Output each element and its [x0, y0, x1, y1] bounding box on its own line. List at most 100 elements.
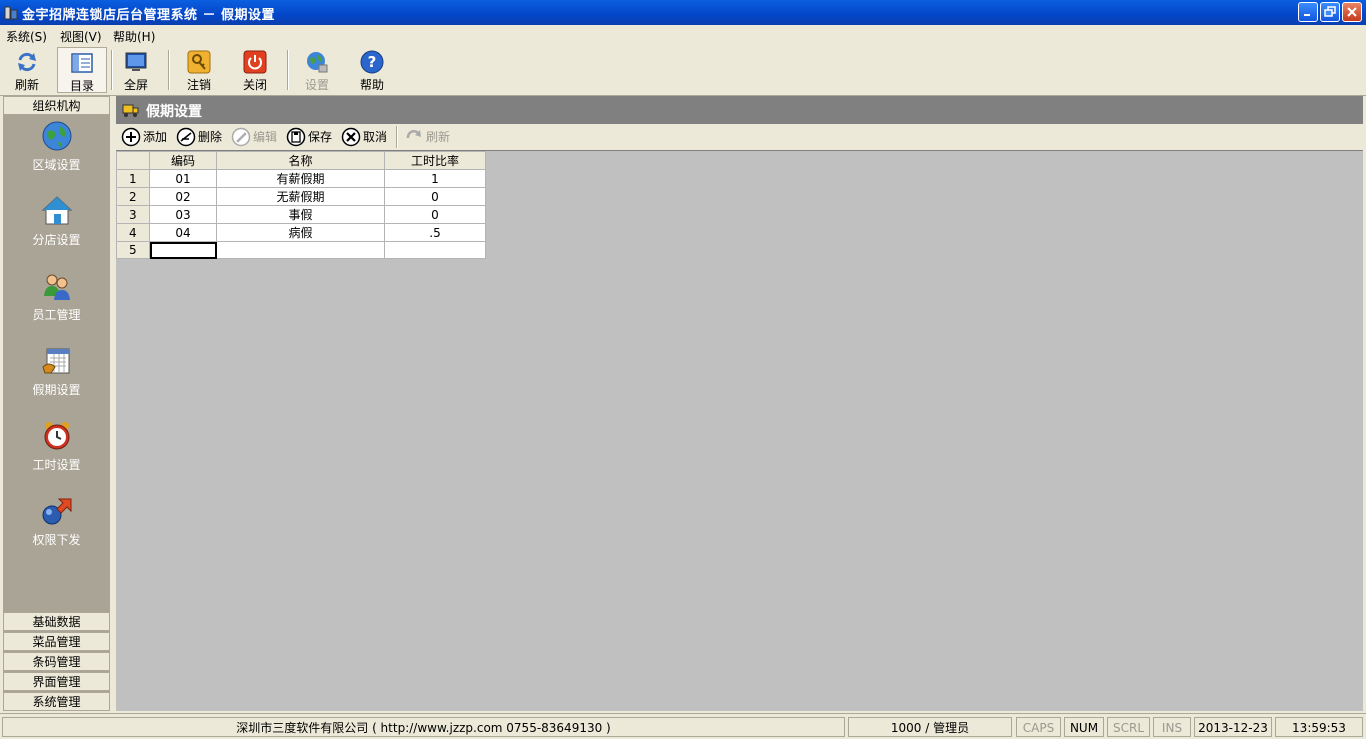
row-number[interactable]: 5: [116, 241, 150, 259]
status-user: 1000 / 管理员: [848, 717, 1012, 737]
cell-name[interactable]: 有薪假期: [216, 169, 385, 188]
cell-ratio[interactable]: [384, 241, 486, 259]
sidebar-item-branch[interactable]: 分店设置: [3, 191, 110, 261]
app-icon: [4, 6, 18, 20]
row-number[interactable]: 1: [116, 169, 150, 188]
fullscreen-button[interactable]: 全屏: [111, 47, 161, 93]
cancel-icon: [341, 127, 361, 147]
status-date: 2013-12-23: [1194, 717, 1272, 737]
edit-icon: [231, 127, 251, 147]
help-button[interactable]: ? 帮助: [347, 47, 397, 93]
sidebar-section-basic-data[interactable]: 基础数据: [3, 612, 110, 631]
help-icon: ?: [360, 50, 384, 74]
restore-button[interactable]: [1320, 2, 1340, 22]
cell-ratio[interactable]: 1: [384, 169, 486, 188]
column-header-code[interactable]: 编码: [149, 151, 217, 170]
row-number[interactable]: 3: [116, 205, 150, 224]
sidebar-item-worktime[interactable]: 工时设置: [3, 416, 110, 486]
row-number-header: [116, 151, 150, 170]
alarm-clock-icon: [41, 420, 73, 452]
table-row[interactable]: 3 03 事假 0: [116, 205, 486, 224]
close-button[interactable]: 关闭: [230, 47, 280, 93]
cell-code[interactable]: 01: [149, 169, 217, 188]
cell-ratio[interactable]: 0: [384, 205, 486, 224]
sidebar-item-staff[interactable]: 员工管理: [3, 266, 110, 336]
sidebar-label: 分店设置: [32, 233, 81, 247]
menu-bar: 系统(S) 视图(V) 帮助(H): [0, 25, 1366, 45]
users-icon: [41, 270, 73, 302]
column-header-name[interactable]: 名称: [216, 151, 385, 170]
sidebar-item-holiday[interactable]: 假期设置: [3, 341, 110, 411]
sidebar-section-barcode[interactable]: 条码管理: [3, 652, 110, 671]
catalog-icon: [70, 51, 94, 75]
close-label: 关闭: [242, 78, 267, 92]
panel-title: 假期设置: [146, 104, 202, 120]
sidebar-label: 员工管理: [32, 308, 81, 322]
sidebar-section-interface[interactable]: 界面管理: [3, 672, 110, 691]
status-ins: INS: [1153, 717, 1191, 737]
refresh-button[interactable]: 刷新: [2, 47, 52, 93]
sidebar-label: 权限下发: [32, 533, 81, 547]
permission-arrow-icon: [41, 495, 73, 527]
logout-button[interactable]: 注销: [174, 47, 224, 93]
cell-code[interactable]: 04: [149, 223, 217, 242]
menu-help[interactable]: 帮助(H): [113, 28, 155, 45]
cell-ratio[interactable]: .5: [384, 223, 486, 242]
key-icon: [187, 50, 211, 74]
status-time: 13:59:53: [1275, 717, 1363, 737]
status-company: 深圳市三度软件有限公司 ( http://www.jzzp.com 0755-8…: [2, 717, 845, 737]
toolbar-separator: [168, 50, 170, 90]
sidebar-item-permission[interactable]: 权限下发: [3, 491, 110, 561]
cell-code[interactable]: 03: [149, 205, 217, 224]
table-row-new[interactable]: 5: [116, 241, 486, 259]
menu-view[interactable]: 视图(V): [60, 28, 102, 45]
table-row[interactable]: 1 01 有薪假期 1: [116, 169, 486, 188]
sidebar-label: 区域设置: [32, 158, 81, 172]
row-number[interactable]: 2: [116, 187, 150, 206]
row-number[interactable]: 4: [116, 223, 150, 242]
delete-icon: [176, 127, 196, 147]
cell-ratio[interactable]: 0: [384, 187, 486, 206]
status-scrl: SCRL: [1107, 717, 1150, 737]
cell-code[interactable]: 02: [149, 187, 217, 206]
close-window-button[interactable]: [1342, 2, 1362, 22]
sidebar-section-system[interactable]: 系统管理: [3, 692, 110, 711]
holiday-table: 编码 名称 工时比率 1 01 有薪假期 1 2 02 无薪假期 0 3 03 …: [116, 151, 486, 259]
catalog-label: 目录: [69, 79, 94, 93]
sidebar-section-dishes[interactable]: 菜品管理: [3, 632, 110, 651]
column-header-ratio[interactable]: 工时比率: [384, 151, 486, 170]
window-title: 金宇招牌连锁店后台管理系统 － 假期设置: [22, 8, 276, 23]
cancel-label: 取消: [363, 130, 388, 144]
edit-label: 编辑: [253, 130, 278, 144]
minimize-button[interactable]: [1298, 2, 1318, 22]
monitor-icon: [124, 50, 148, 74]
workspace: 假期设置 添加 删除 编辑 保存 取消 刷新 编码 名称 工时比率 1 01 有…: [116, 96, 1363, 711]
sidebar: 组织机构 区域设置 分店设置 员工管理 假期设置 工时设置 权限下发 基础数据 …: [3, 96, 110, 711]
cell-name[interactable]: 事假: [216, 205, 385, 224]
catalog-button[interactable]: 目录: [57, 47, 107, 93]
sidebar-label: 假期设置: [32, 383, 81, 397]
status-num: NUM: [1064, 717, 1104, 737]
sidebar-item-region[interactable]: 区域设置: [3, 116, 110, 186]
refresh-icon: [15, 50, 39, 74]
settings-button[interactable]: 设置: [292, 47, 342, 93]
cell-code-editing[interactable]: [149, 241, 217, 259]
status-caps: CAPS: [1016, 717, 1061, 737]
toolbar-separator: [287, 50, 289, 90]
delete-label: 删除: [198, 130, 223, 144]
logout-label: 注销: [186, 78, 211, 92]
help-label: 帮助: [359, 78, 384, 92]
settings-label: 设置: [304, 78, 329, 92]
calendar-icon: [41, 345, 73, 377]
cell-name[interactable]: [216, 241, 385, 259]
sidebar-header[interactable]: 组织机构: [3, 96, 110, 115]
menu-system[interactable]: 系统(S): [6, 28, 47, 45]
table-row[interactable]: 2 02 无薪假期 0: [116, 187, 486, 206]
cell-name[interactable]: 病假: [216, 223, 385, 242]
table-row[interactable]: 4 04 病假 .5: [116, 223, 486, 242]
close-icon: [1347, 7, 1357, 17]
fullscreen-label: 全屏: [123, 78, 148, 92]
cell-name[interactable]: 无薪假期: [216, 187, 385, 206]
svg-text:?: ?: [368, 53, 377, 71]
minimize-icon: [1304, 14, 1310, 16]
